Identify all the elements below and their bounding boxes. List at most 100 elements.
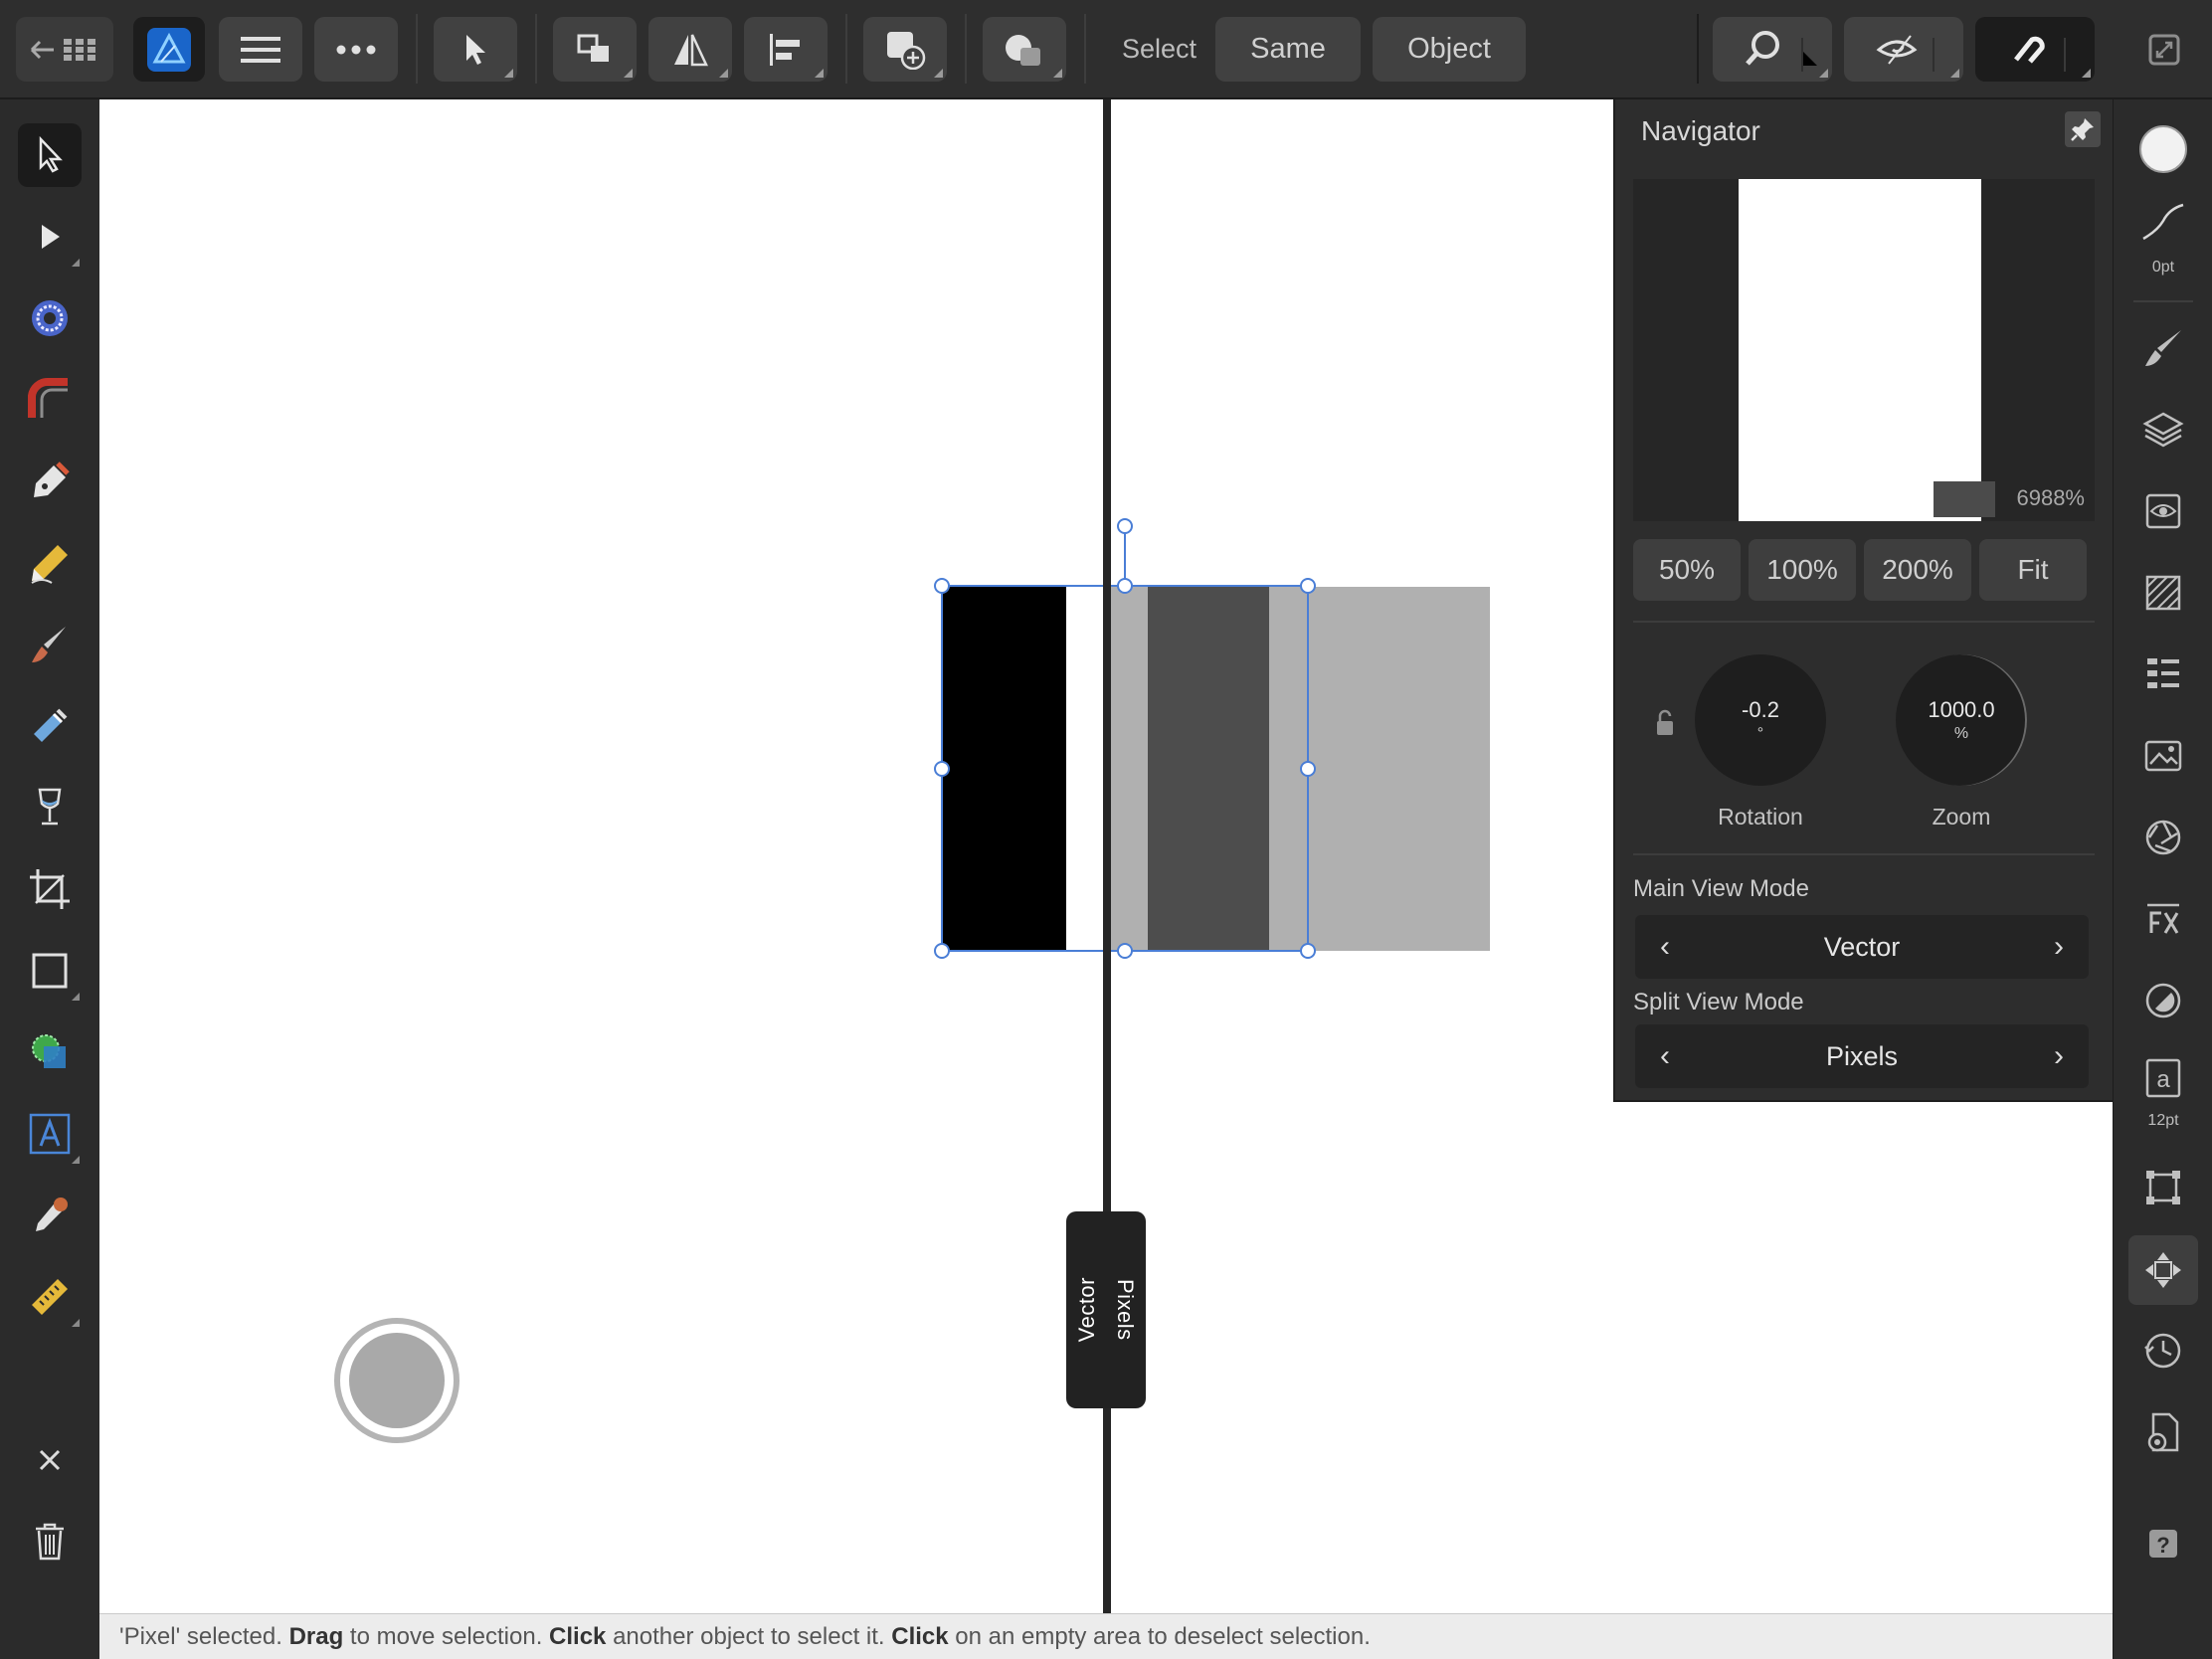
snapping-magnet-icon bbox=[2014, 36, 2066, 72]
resize-handle-top[interactable] bbox=[1117, 578, 1133, 594]
stroke-curve-icon bbox=[2142, 203, 2184, 241]
pencil-tool[interactable] bbox=[18, 531, 82, 595]
fx-icon bbox=[2147, 903, 2179, 934]
rotation-handle[interactable] bbox=[1117, 518, 1133, 534]
pixel-dark-band[interactable] bbox=[1148, 587, 1269, 951]
pen-tool[interactable] bbox=[18, 450, 82, 513]
view-tool-button[interactable] bbox=[1713, 17, 1832, 82]
contrast-dial-icon bbox=[2145, 983, 2181, 1018]
text-styles-panel-button[interactable] bbox=[2135, 646, 2191, 702]
resize-handle-top-left[interactable] bbox=[934, 578, 950, 594]
main-view-mode-prev-button[interactable]: ‹ bbox=[1635, 930, 1695, 964]
select-label: Select bbox=[1122, 34, 1198, 64]
split-view-mode-next-button[interactable]: › bbox=[2029, 1039, 2089, 1073]
navigator-panel-button[interactable] bbox=[2128, 1235, 2198, 1305]
flyout-indicator bbox=[72, 1319, 80, 1327]
pin-panel-button[interactable] bbox=[2065, 111, 2101, 147]
measure-tool[interactable] bbox=[18, 1265, 82, 1329]
help-question-icon: ? bbox=[2149, 1530, 2177, 1558]
rotation-lock-toggle[interactable] bbox=[1655, 708, 1683, 742]
gradient-fill-icon bbox=[34, 708, 68, 742]
crop-tool[interactable] bbox=[18, 857, 82, 921]
rotation-dial[interactable]: -0.2 ° bbox=[1695, 654, 1826, 786]
status-bold-click-2: Click bbox=[891, 1622, 949, 1650]
fill-color-well[interactable] bbox=[2135, 121, 2191, 177]
history-panel-button[interactable] bbox=[2135, 1323, 2191, 1379]
document-settings-button[interactable] bbox=[2135, 1404, 2191, 1460]
fullscreen-toggle-button[interactable] bbox=[2136, 17, 2192, 82]
contour-target-icon bbox=[32, 300, 68, 336]
arrange-button[interactable] bbox=[553, 17, 637, 82]
boolean-shapes-icon bbox=[1006, 34, 1040, 66]
lock-icon bbox=[1657, 709, 1673, 735]
main-view-mode-next-button[interactable]: › bbox=[2029, 930, 2089, 964]
view-mode-button[interactable] bbox=[1844, 17, 1963, 82]
appearance-panel-button[interactable] bbox=[2135, 483, 2191, 539]
black-rectangle[interactable] bbox=[943, 587, 1066, 951]
selection-mode-button[interactable] bbox=[434, 17, 517, 82]
history-adjust-panel-button[interactable] bbox=[2135, 973, 2191, 1028]
resize-handle-bottom-right[interactable] bbox=[1300, 943, 1316, 959]
zoom-50-button[interactable]: 50% bbox=[1633, 539, 1741, 601]
navigator-move-icon bbox=[2145, 1252, 2181, 1288]
transform-panel-button[interactable] bbox=[2135, 1160, 2191, 1215]
layers-icon bbox=[2142, 412, 2184, 448]
delete-button[interactable] bbox=[18, 1510, 82, 1573]
zoom-dial[interactable]: 1000.0 % bbox=[1896, 654, 2027, 786]
zoom-100-button[interactable]: 100% bbox=[1749, 539, 1856, 601]
move-tool[interactable] bbox=[18, 123, 82, 187]
node-tool[interactable] bbox=[18, 205, 82, 269]
assets-image-icon bbox=[2144, 740, 2182, 772]
navigator-view-rectangle[interactable] bbox=[1934, 481, 1995, 517]
flyout-indicator bbox=[815, 69, 824, 78]
color-panel-button[interactable] bbox=[2135, 810, 2191, 865]
transparency-tool[interactable] bbox=[18, 776, 82, 839]
pixel-light-band[interactable] bbox=[1111, 587, 1148, 951]
document-menu-button[interactable] bbox=[219, 17, 302, 82]
resize-handle-bottom-left[interactable] bbox=[934, 943, 950, 959]
flyout-indicator bbox=[934, 69, 943, 78]
back-to-documents-button[interactable] bbox=[16, 17, 113, 82]
designer-persona-button[interactable] bbox=[133, 17, 205, 82]
select-object-button[interactable]: Object bbox=[1373, 17, 1526, 82]
help-button[interactable]: ? bbox=[2135, 1516, 2191, 1571]
fullscreen-icon bbox=[2148, 34, 2180, 65]
align-button[interactable] bbox=[744, 17, 828, 82]
zoom-fit-button[interactable]: Fit bbox=[1979, 539, 2087, 601]
assets-panel-button[interactable] bbox=[2135, 728, 2191, 784]
split-view-handle[interactable]: Vector Pixels bbox=[1066, 1211, 1146, 1408]
flyout-indicator bbox=[72, 259, 80, 267]
navigator-preview[interactable]: 6988% bbox=[1633, 179, 2095, 521]
flip-button[interactable] bbox=[648, 17, 732, 82]
brushes-panel-button[interactable] bbox=[2135, 320, 2191, 376]
flyout-indicator bbox=[1053, 69, 1062, 78]
layers-panel-button[interactable] bbox=[2135, 402, 2191, 458]
more-options-button[interactable] bbox=[314, 17, 398, 82]
split-view-mode-prev-button[interactable]: ‹ bbox=[1635, 1039, 1695, 1073]
text-frame-icon bbox=[29, 1113, 71, 1155]
vector-brush-tool[interactable] bbox=[18, 613, 82, 676]
close-context-button[interactable] bbox=[18, 1428, 82, 1492]
stroke-well[interactable] bbox=[2135, 195, 2191, 251]
select-same-button[interactable]: Same bbox=[1215, 17, 1361, 82]
panel-title: Navigator bbox=[1641, 115, 1760, 146]
insert-button[interactable] bbox=[863, 17, 947, 82]
resize-handle-left[interactable] bbox=[934, 761, 950, 777]
resize-handle-bottom[interactable] bbox=[1117, 943, 1133, 959]
character-panel-button[interactable]: a bbox=[2135, 1050, 2191, 1106]
resize-handle-top-right[interactable] bbox=[1300, 578, 1316, 594]
zoom-200-button[interactable]: 200% bbox=[1864, 539, 1971, 601]
toolbar-separator bbox=[965, 14, 967, 84]
fill-tool[interactable] bbox=[18, 694, 82, 758]
corner-tool[interactable] bbox=[18, 368, 82, 432]
artistic-text-tool[interactable] bbox=[18, 1102, 82, 1166]
stroke-panel-button[interactable] bbox=[2135, 565, 2191, 621]
resize-handle-right[interactable] bbox=[1300, 761, 1316, 777]
color-picker-tool[interactable] bbox=[18, 1184, 82, 1247]
contour-tool[interactable] bbox=[18, 286, 82, 350]
effects-panel-button[interactable] bbox=[2135, 891, 2191, 947]
snapping-button[interactable] bbox=[1975, 17, 2095, 82]
shape-builder-tool[interactable] bbox=[18, 1020, 82, 1084]
geometry-operations-button[interactable] bbox=[983, 17, 1066, 82]
rectangle-tool[interactable] bbox=[18, 939, 82, 1003]
